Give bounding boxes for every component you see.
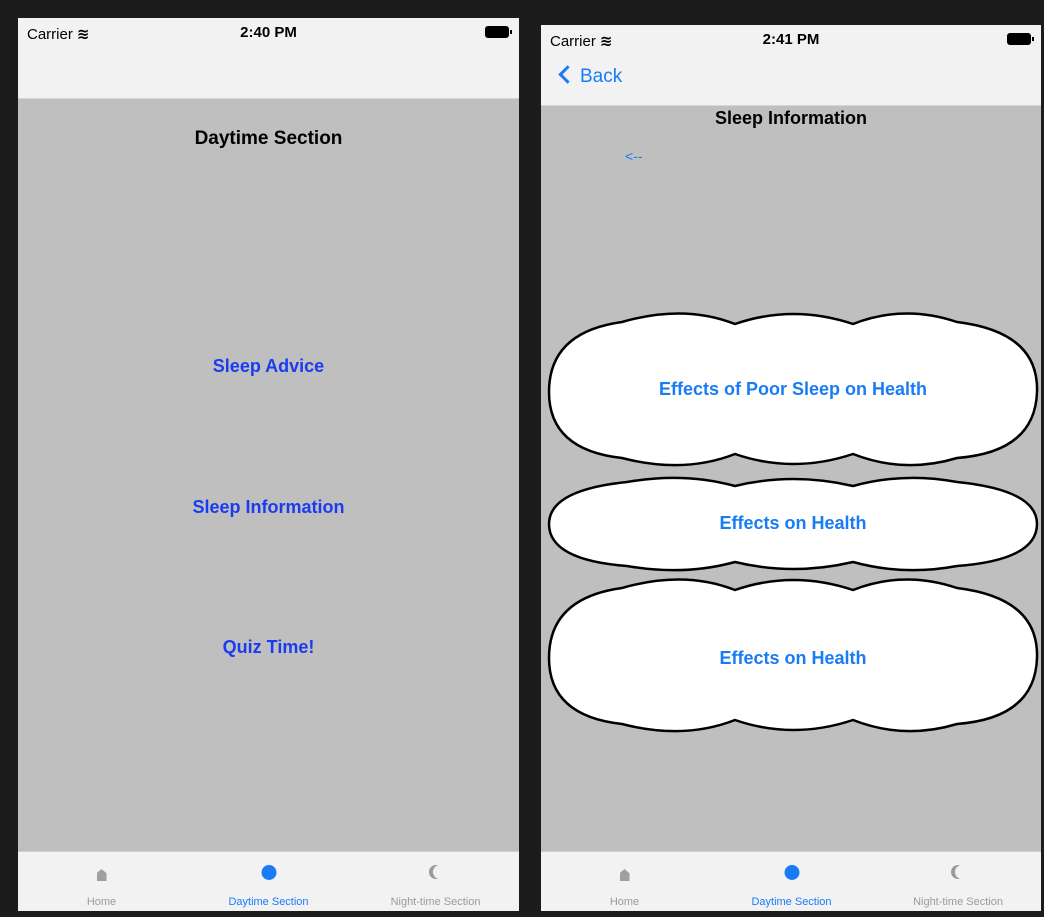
tab-night-time-section[interactable]: Night-time Section: [352, 852, 519, 911]
tab-daytime-section[interactable]: Daytime Section: [185, 852, 352, 911]
tab-bar: Home Daytime Section Night-time Section: [541, 851, 1041, 911]
back-label: Back: [580, 66, 623, 87]
battery-icon: [1007, 33, 1034, 45]
daytime-section-screen: Carrier ≋ 2:40 PM Daytime Section Sleep A…: [18, 18, 519, 911]
house-icon: [619, 869, 630, 881]
sleep-advice-button[interactable]: Sleep Advice: [18, 356, 519, 377]
quiz-time-button[interactable]: Quiz Time!: [18, 637, 519, 658]
status-time: 2:40 PM: [240, 24, 297, 41]
tab-home[interactable]: Home: [18, 852, 185, 911]
cloud-label: Effects on Health: [719, 648, 867, 668]
tab-night-time-section[interactable]: Night-time Section: [875, 852, 1041, 911]
battery-icon: [485, 26, 512, 38]
back-button[interactable]: Back: [558, 65, 623, 88]
cloud-button-effects-on-health-2[interactable]: Effects on Health: [547, 578, 1039, 734]
tab-daytime-section[interactable]: Daytime Section: [708, 852, 875, 911]
moon-icon: [955, 865, 969, 879]
moon-icon: [433, 865, 447, 879]
status-bar: Carrier ≋ 2:40 PM: [18, 18, 519, 46]
tab-daytime-label: Daytime Section: [751, 896, 832, 908]
page-title: Daytime Section: [194, 128, 343, 149]
tab-bar: Home Daytime Section Night-time Section: [18, 851, 519, 911]
cloud-label: Effects on Health: [719, 513, 867, 533]
cloud-button-effects-on-health-1[interactable]: Effects on Health: [547, 476, 1039, 572]
cloud-button-effects-poor-sleep[interactable]: Effects of Poor Sleep on Health: [547, 312, 1039, 468]
status-time: 2:41 PM: [762, 31, 820, 48]
tab-home-label: Home: [609, 896, 640, 908]
tab-home[interactable]: Home: [541, 852, 708, 911]
tab-night-label: Night-time Section: [913, 896, 1003, 908]
chevron-left-icon: [558, 65, 577, 84]
navigation-bar: [18, 46, 519, 99]
dot-icon: [784, 865, 799, 880]
navigation-bar: Back: [541, 53, 1041, 106]
status-bar: Carrier ≋ 2:41 PM: [541, 25, 1041, 53]
arrow-back-link[interactable]: <--: [625, 148, 643, 164]
sleep-information-screen: Carrier ≋ 2:41 PM Back Sleep Information …: [541, 25, 1041, 911]
tab-daytime-label: Daytime Section: [228, 896, 309, 908]
sleep-information-button[interactable]: Sleep Information: [18, 497, 519, 518]
house-icon: [96, 869, 107, 881]
tab-home-label: Home: [86, 896, 117, 908]
page-title: Sleep Information: [714, 108, 867, 128]
cloud-label: Effects of Poor Sleep on Health: [658, 379, 928, 399]
dot-icon: [261, 865, 276, 880]
tab-night-label: Night-time Section: [390, 896, 481, 908]
